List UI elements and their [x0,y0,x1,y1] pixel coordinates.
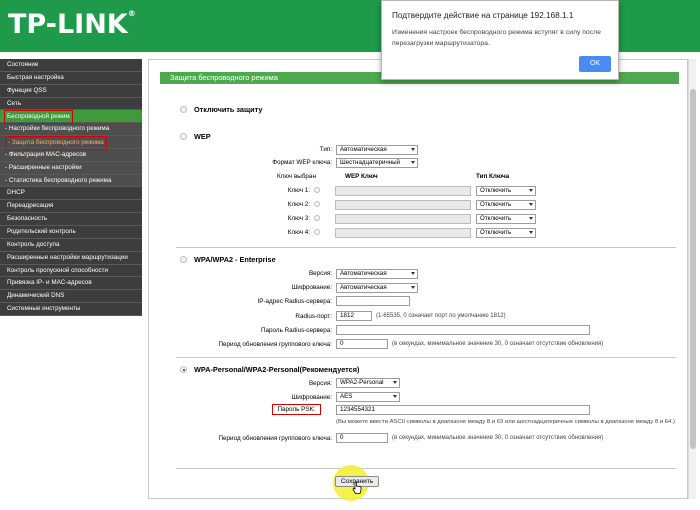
chevron-down-icon [411,286,415,289]
personal-version-label: Версия: [308,380,332,387]
sidebar-item-bandwidth-control[interactable]: Контроль пропускной способности [0,264,142,278]
content-frame [148,59,688,499]
sidebar-item-ddns[interactable]: Динамический DNS [0,290,142,304]
wep-key1-type-select[interactable]: Отключить [476,186,536,196]
wep-col-type: Тип Ключа [476,173,510,180]
wep-key2-radio[interactable] [314,201,320,207]
enterprise-title: WPA/WPA2 - Enterprise [194,255,276,264]
personal-title: WPA-Personal/WPA2-Personal(Рекомендуется… [194,365,360,374]
sidebar-item-forwarding[interactable]: Переадресация [0,200,142,214]
divider [176,357,676,358]
wep-key4-label: Ключ 4: [287,229,310,236]
sidebar-item-network[interactable]: Сеть [0,97,142,111]
wep-format-label: Формат WEP ключа: [272,159,332,166]
disable-security-label: Отключить защиту [194,105,263,114]
chevron-down-icon [411,161,415,164]
chevron-down-icon [411,272,415,275]
wep-key4-radio[interactable] [314,229,320,235]
disable-security-radio[interactable] [180,106,187,113]
chevron-down-icon [529,189,533,192]
wep-key2-input[interactable] [335,200,471,210]
sidebar-item-advanced-routing[interactable]: Расширенные настройки маршрутизации [0,251,142,265]
wep-key3-input[interactable] [335,214,471,224]
psk-input[interactable]: 1234554321 [336,405,590,415]
radius-port-label: Radius-порт: [295,313,332,320]
sidebar-item-wireless-security[interactable]: - Защита беспроводного режима [0,136,142,151]
personal-encryption-label: Шифрование: [291,394,333,401]
wep-key2-type-select[interactable]: Отключить [476,200,536,210]
psk-label: Пароль PSK: [272,404,321,415]
personal-radio[interactable] [180,366,187,373]
wep-format-select[interactable]: Шестнадцатеричный [336,158,418,168]
wep-col-key: WEP Ключ [345,173,378,180]
personal-encryption-select[interactable]: AES [336,392,400,402]
sidebar-item-quick-setup[interactable]: Быстрая настройка [0,71,142,85]
radius-port-input[interactable]: 1812 [336,311,372,321]
wep-radio[interactable] [180,133,187,140]
tp-link-logo: TP-LINK® [8,9,136,40]
enterprise-version-select[interactable]: Автоматическая [336,269,418,279]
sidebar-item-wireless[interactable]: Беспроводной режим [0,110,142,125]
wep-key3-radio[interactable] [314,215,320,221]
sidebar-item-mac-filtering[interactable]: - Фильтрация MAC-адресов [0,148,142,162]
chevron-down-icon [529,217,533,220]
wep-key1-label: Ключ 1: [287,187,310,194]
chevron-down-icon [411,148,415,151]
psk-hint: (Вы можете ввести ASCII символы в диапаз… [336,419,675,425]
radius-ip-label: IP-адрес Radius-сервера: [257,298,332,305]
wep-key2-label: Ключ 2: [287,201,310,208]
confirm-dialog: Подтвердите действие на странице 192.168… [381,0,619,80]
personal-version-select[interactable]: WPA2-Personal [336,378,400,388]
sidebar-item-system-tools[interactable]: Системные инструменты [0,303,142,316]
chevron-down-icon [393,381,397,384]
wep-key3-label: Ключ 3: [287,215,310,222]
wep-key1-radio[interactable] [314,187,320,193]
sidebar-item-wireless-settings[interactable]: - Настройки беспроводного режима [0,123,142,137]
wep-key3-type-select[interactable]: Отключить [476,214,536,224]
enterprise-encryption-select[interactable]: Автоматическая [336,283,418,293]
radius-port-hint: (1-65535, 0 означает порт по умолчанию 1… [376,313,506,319]
enterprise-group-key-input[interactable]: 0 [336,339,388,349]
sidebar-item-parental-control[interactable]: Родительский контроль [0,225,142,239]
radius-password-input[interactable] [336,325,590,335]
dialog-title: Подтвердите действие на странице 192.168… [392,11,574,20]
ok-button[interactable]: OK [579,56,611,72]
sidebar-item-wireless-advanced[interactable]: - Расширенные настройки [0,161,142,175]
sidebar-item-ip-mac-binding[interactable]: Привязка IP- и MAC-адресов [0,277,142,291]
dialog-message-line1: Изменения настроек беспроводного режима … [392,29,601,36]
dialog-message-line2: перезагрузки маршрутизатора. [392,40,490,47]
enterprise-version-label: Версия: [308,270,332,277]
chevron-down-icon [393,395,397,398]
chevron-down-icon [529,203,533,206]
sidebar-item-security[interactable]: Безопасность [0,213,142,226]
sidebar-item-qss[interactable]: Функция QSS [0,84,142,98]
divider [176,468,676,469]
wep-type-select[interactable]: Автоматическая [336,145,418,155]
radius-ip-input[interactable] [336,296,410,306]
wep-key4-type-select[interactable]: Отключить [476,228,536,238]
wep-col-selected: Ключ выбран [277,173,316,180]
wep-type-label: Тип: [319,146,332,153]
enterprise-radio[interactable] [180,256,187,263]
sidebar-item-wireless-statistics[interactable]: - Статистика беспроводного режима [0,174,142,188]
enterprise-encryption-label: Шифрование: [291,284,333,291]
wep-key4-input[interactable] [335,228,471,238]
sidebar-item-dhcp[interactable]: DHCP [0,187,142,201]
sidebar: Состояние Быстрая настройка Функция QSS … [0,59,142,316]
scroll-thumb[interactable] [690,89,696,449]
personal-group-key-input[interactable]: 0 [336,433,388,443]
personal-group-key-label: Период обновления группового ключа: [218,435,332,442]
enterprise-group-key-label: Период обновления группового ключа: [218,341,332,348]
radius-password-label: Пароль Radius-сервера: [261,327,332,334]
divider [176,247,676,248]
sidebar-item-status[interactable]: Состояние [0,59,142,72]
wep-title: WEP [194,132,211,141]
enterprise-group-key-hint: (в секундах, минимальное значение 30, 0 … [392,341,604,347]
hand-cursor-icon [352,481,362,494]
chevron-down-icon [529,231,533,234]
personal-group-key-hint: (в секундах, минимальное значение 30, 0 … [392,435,604,441]
wep-key1-input[interactable] [335,186,471,196]
page-scrollbar[interactable] [688,59,696,499]
sidebar-item-access-control[interactable]: Контроль доступа [0,238,142,252]
